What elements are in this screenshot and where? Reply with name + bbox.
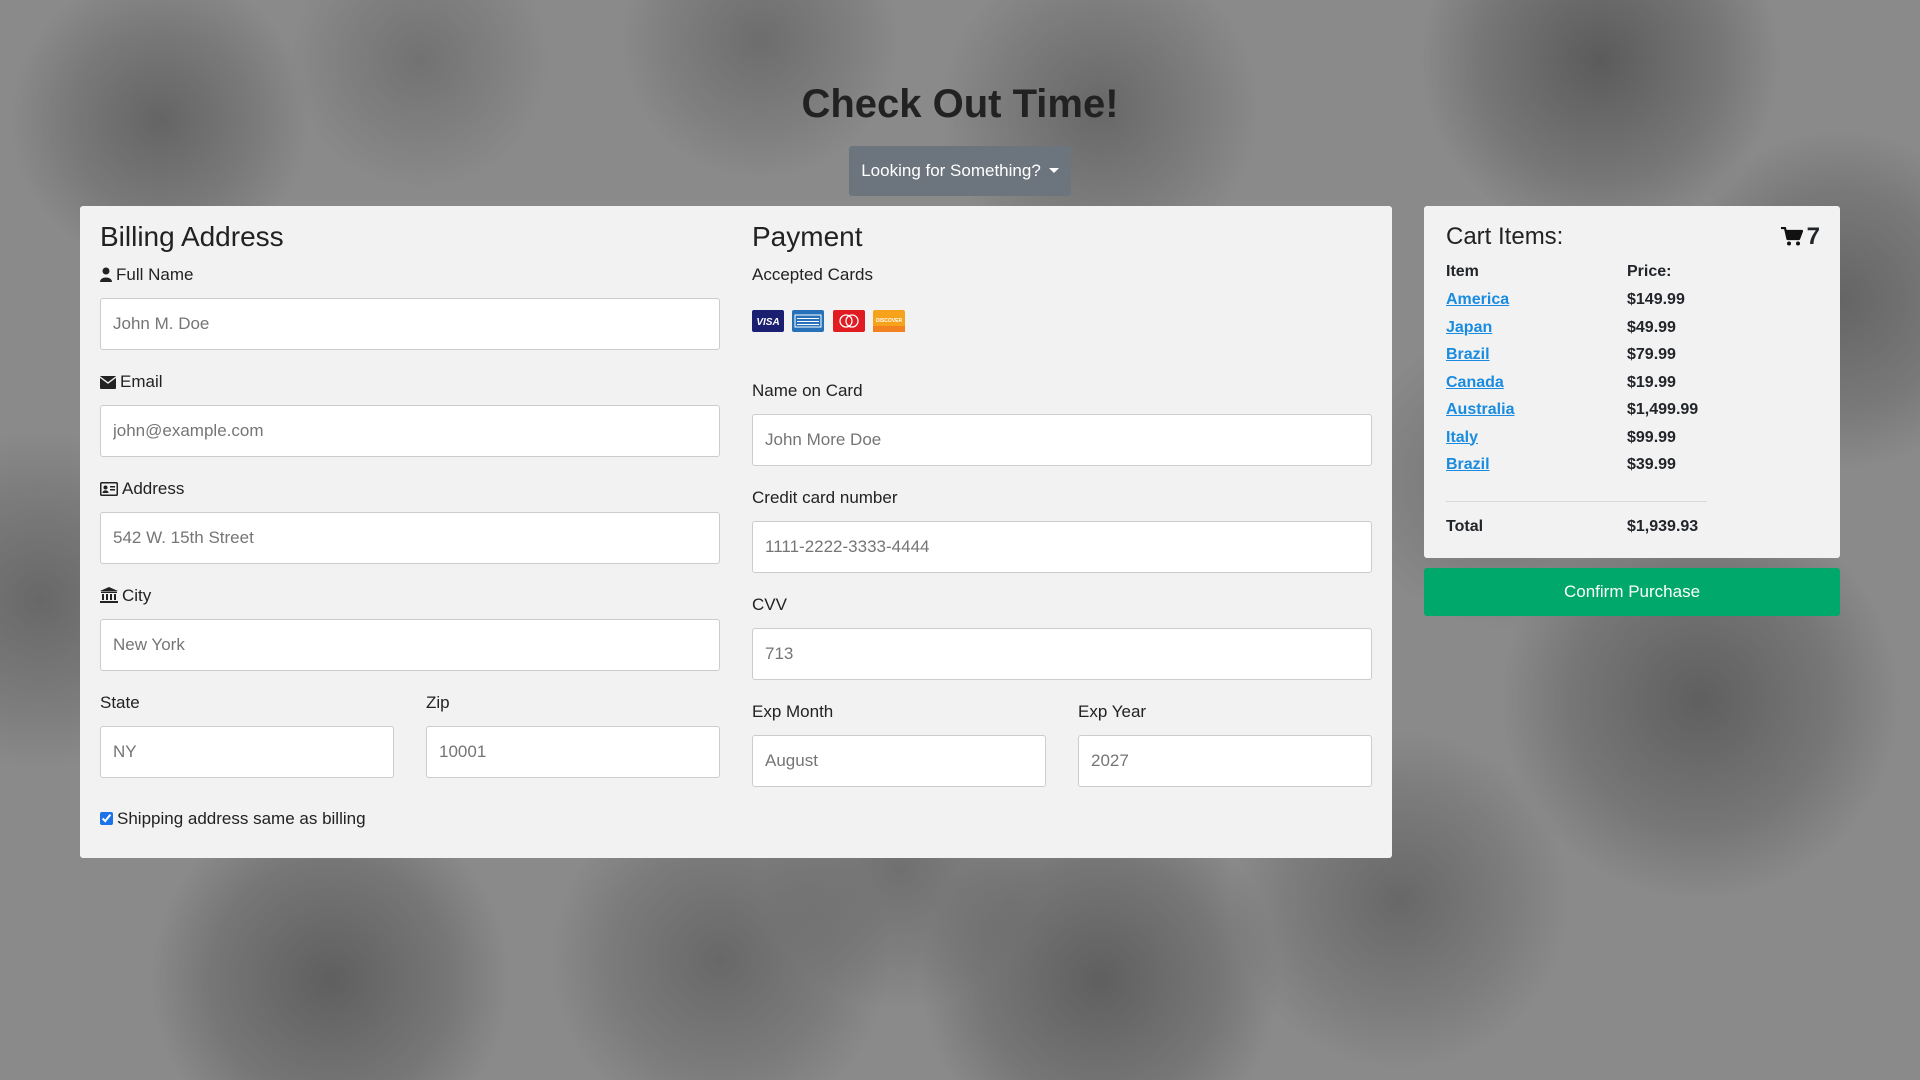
cart-item-link[interactable]: Brazil — [1446, 346, 1490, 363]
envelope-icon — [99, 373, 117, 395]
email-input[interactable] — [100, 405, 720, 457]
accepted-cards-icons: VISA DISCOVER — [752, 310, 909, 334]
cart-header-row: Item Price: — [1446, 258, 1707, 286]
billing-title: Billing Address — [100, 221, 284, 252]
same-as-billing-checkbox[interactable] — [100, 812, 113, 825]
discover-icon: DISCOVER — [873, 310, 906, 332]
cart-item-link[interactable]: America — [1446, 291, 1509, 308]
zip-label: Zip — [426, 693, 450, 712]
address-card-icon — [100, 480, 118, 502]
address-label: Address — [100, 478, 184, 502]
cvv-label: CVV — [752, 595, 787, 614]
email-label: Email — [99, 371, 163, 395]
payment-title: Payment — [752, 221, 863, 252]
state-label: State — [100, 693, 140, 712]
cvv-input[interactable] — [752, 628, 1372, 680]
card-number-label: Credit card number — [752, 488, 898, 507]
cart-item-price: $1,499.99 — [1627, 401, 1699, 418]
svg-text:DISCOVER: DISCOVER — [876, 318, 903, 324]
amex-icon — [792, 310, 825, 332]
cart-item-link[interactable]: Brazil — [1446, 456, 1490, 473]
cart-item-link[interactable]: Italy — [1446, 429, 1478, 446]
exp-year-input[interactable] — [1078, 735, 1372, 787]
cart-title: Cart Items: — [1446, 223, 1564, 250]
cart-item-link[interactable]: Japan — [1446, 319, 1492, 336]
zip-input[interactable] — [426, 726, 720, 778]
cart-card: Cart Items: 7 Item Price: America $149.9… — [1424, 206, 1840, 558]
shopping-cart-icon — [1780, 226, 1803, 246]
page-title: Check Out Time! — [801, 82, 1119, 126]
same-as-billing-row[interactable]: Shipping address same as billing — [100, 808, 366, 830]
cart-item-link[interactable]: Canada — [1446, 374, 1504, 391]
cart-row: Japan $49.99 — [1446, 314, 1707, 342]
cart-row: Italy $99.99 — [1446, 424, 1707, 452]
cart-row: Australia $1,499.99 — [1446, 396, 1707, 424]
checkout-form-card: Billing Address Full Name Email Address … — [80, 206, 1392, 858]
exp-month-label: Exp Month — [752, 702, 834, 721]
cart-total-row: Total $1,939.93 — [1446, 514, 1707, 540]
cart-item-link[interactable]: Australia — [1446, 401, 1514, 418]
institution-icon — [100, 587, 118, 609]
looking-for-something-dropdown[interactable]: Looking for Something? — [849, 146, 1071, 196]
accepted-cards-label: Accepted Cards — [752, 265, 873, 284]
cart-divider — [1446, 478, 1707, 502]
cart-item-price: $19.99 — [1627, 373, 1676, 391]
caret-down-icon — [1048, 168, 1059, 173]
name-on-card-label: Name on Card — [752, 381, 863, 400]
user-icon — [100, 266, 112, 288]
cart-row: Brazil $79.99 — [1446, 341, 1707, 369]
address-input[interactable] — [100, 512, 720, 564]
name-on-card-input[interactable] — [752, 414, 1372, 466]
cart-item-price: $79.99 — [1627, 346, 1676, 363]
cart-row: Brazil $39.99 — [1446, 451, 1707, 479]
city-label: City — [100, 585, 151, 609]
confirm-purchase-button[interactable]: Confirm Purchase — [1424, 568, 1840, 616]
total-label: Total — [1446, 517, 1484, 535]
exp-year-label: Exp Year — [1078, 702, 1147, 721]
price-column-header: Price: — [1627, 263, 1672, 280]
card-number-input[interactable] — [752, 521, 1372, 573]
visa-icon: VISA — [752, 310, 784, 332]
cart-item-price: $49.99 — [1627, 318, 1676, 336]
cart-table: Item Price: America $149.99 Japan $49.99… — [1446, 258, 1707, 540]
state-input[interactable] — [100, 726, 394, 778]
cart-row: Canada $19.99 — [1446, 369, 1707, 397]
total-value: $1,939.93 — [1627, 517, 1699, 535]
mastercard-icon — [832, 310, 865, 332]
full-name-input[interactable] — [100, 298, 720, 350]
city-input[interactable] — [100, 619, 720, 671]
exp-month-input[interactable] — [752, 735, 1046, 787]
full-name-label: Full Name — [100, 264, 193, 288]
cart-item-price: $149.99 — [1627, 291, 1685, 308]
item-column-header: Item — [1446, 263, 1479, 280]
same-as-billing-label: Shipping address same as billing — [117, 809, 366, 828]
cart-item-price: $99.99 — [1627, 428, 1676, 446]
cart-count: 7 — [1780, 222, 1820, 252]
svg-text:VISA: VISA — [756, 317, 779, 328]
dropdown-label: Looking for Something? — [861, 161, 1041, 180]
cart-row: America $149.99 — [1446, 286, 1707, 314]
cart-item-price: $39.99 — [1627, 456, 1676, 473]
cart-count-value: 7 — [1806, 223, 1820, 250]
